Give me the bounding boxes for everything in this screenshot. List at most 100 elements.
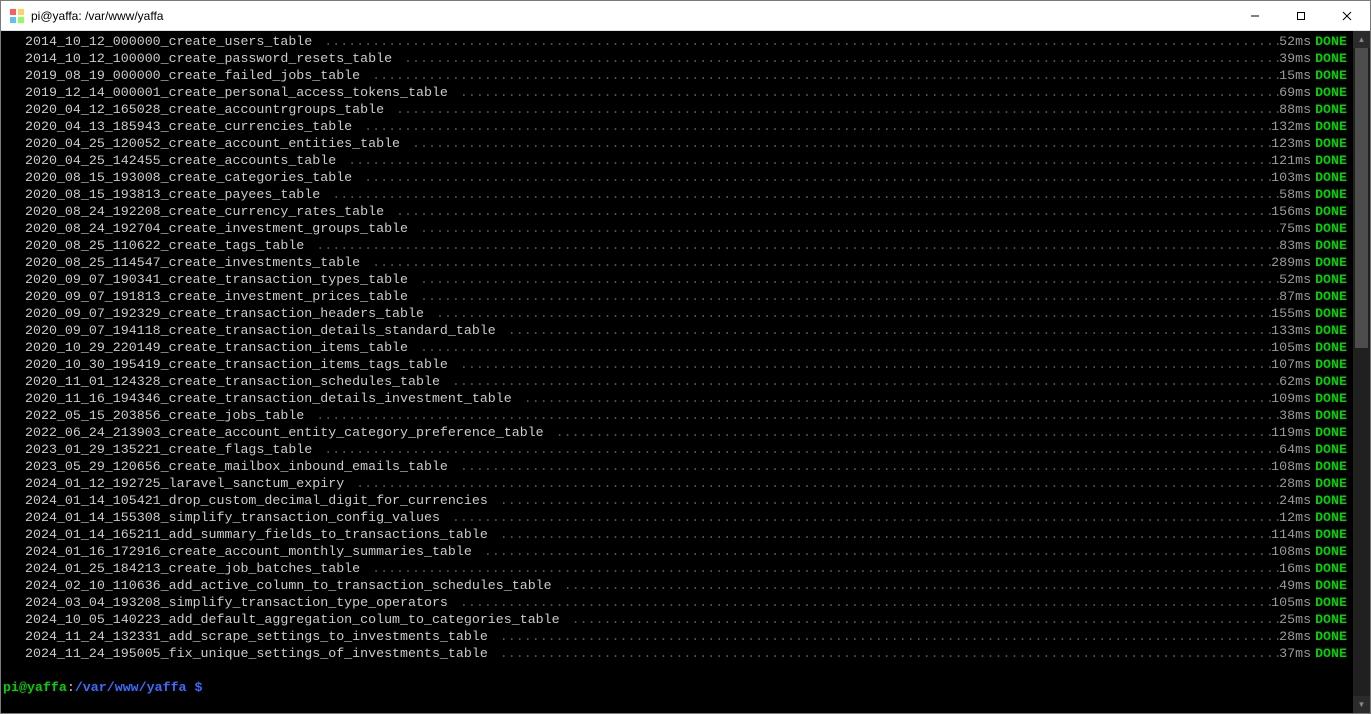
migration-status: DONE xyxy=(1315,220,1347,237)
scroll-down-arrow-icon[interactable]: ▼ xyxy=(1353,696,1370,713)
migration-time: 83ms xyxy=(1279,237,1315,254)
migration-status: DONE xyxy=(1315,526,1347,543)
migration-time: 28ms xyxy=(1279,628,1315,645)
migration-status: DONE xyxy=(1315,322,1347,339)
migration-row: 2024_11_24_195005_fix_unique_settings_of… xyxy=(1,645,1353,662)
window-controls xyxy=(1232,1,1370,30)
migration-row: 2024_01_14_165211_add_summary_fields_to_… xyxy=(1,526,1353,543)
migration-name: 2024_01_14_105421_drop_custom_decimal_di… xyxy=(25,492,488,509)
migration-name: 2020_04_12_165028_create_accountrgroups_… xyxy=(25,101,384,118)
migration-dots: ........................................… xyxy=(312,33,1279,50)
migration-time: 25ms xyxy=(1279,611,1315,628)
migration-row: 2020_09_07_192329_create_transaction_hea… xyxy=(1,305,1353,322)
migration-dots: ........................................… xyxy=(304,237,1279,254)
migration-status: DONE xyxy=(1315,271,1347,288)
scroll-thumb[interactable] xyxy=(1355,48,1368,348)
prompt-line[interactable]: pi@yaffa:/var/www/yaffa $ xyxy=(1,679,1353,696)
migration-row: 2020_08_24_192704_create_investment_grou… xyxy=(1,220,1353,237)
migration-row: 2024_02_10_110636_add_active_column_to_t… xyxy=(1,577,1353,594)
migration-row: 2020_08_25_110622_create_tags_table ....… xyxy=(1,237,1353,254)
migration-row: 2020_10_30_195419_create_transaction_ite… xyxy=(1,356,1353,373)
migration-row: 2020_08_25_114547_create_investments_tab… xyxy=(1,254,1353,271)
migration-dots: ........................................… xyxy=(408,288,1279,305)
migration-time: 64ms xyxy=(1279,441,1315,458)
migration-row: 2024_01_25_184213_create_job_batches_tab… xyxy=(1,560,1353,577)
migration-dots: ........................................… xyxy=(392,50,1279,67)
migration-status: DONE xyxy=(1315,577,1347,594)
migration-name: 2020_09_07_191813_create_investment_pric… xyxy=(25,288,408,305)
migration-status: DONE xyxy=(1315,135,1347,152)
migration-name: 2020_11_16_194346_create_transaction_det… xyxy=(25,390,512,407)
migration-dots: ........................................… xyxy=(304,407,1279,424)
migration-dots: ........................................… xyxy=(488,645,1279,662)
migration-row: 2022_06_24_213903_create_account_entity_… xyxy=(1,424,1353,441)
migration-dots: ........................................… xyxy=(384,203,1271,220)
migration-dots: ........................................… xyxy=(344,475,1279,492)
migration-name: 2019_12_14_000001_create_personal_access… xyxy=(25,84,448,101)
scroll-track[interactable] xyxy=(1353,48,1370,696)
migration-status: DONE xyxy=(1315,390,1347,407)
migration-name: 2024_01_12_192725_laravel_sanctum_expiry xyxy=(25,475,344,492)
migration-dots: ........................................… xyxy=(448,356,1271,373)
migration-name: 2020_08_25_114547_create_investments_tab… xyxy=(25,254,360,271)
migration-time: 49ms xyxy=(1279,577,1315,594)
titlebar[interactable]: pi@yaffa: /var/www/yaffa xyxy=(1,1,1370,31)
migration-row: 2023_05_29_120656_create_mailbox_inbound… xyxy=(1,458,1353,475)
migration-status: DONE xyxy=(1315,373,1347,390)
migration-time: 62ms xyxy=(1279,373,1315,390)
scrollbar[interactable]: ▲ ▼ xyxy=(1353,31,1370,713)
migration-row: 2024_01_12_192725_laravel_sanctum_expiry… xyxy=(1,475,1353,492)
scroll-up-arrow-icon[interactable]: ▲ xyxy=(1353,31,1370,48)
migration-status: DONE xyxy=(1315,339,1347,356)
migration-time: 108ms xyxy=(1271,458,1315,475)
migration-status: DONE xyxy=(1315,594,1347,611)
migration-row: 2020_08_24_192208_create_currency_rates_… xyxy=(1,203,1353,220)
migration-time: 16ms xyxy=(1279,560,1315,577)
migration-status: DONE xyxy=(1315,305,1347,322)
migration-row: 2020_10_29_220149_create_transaction_ite… xyxy=(1,339,1353,356)
migration-time: 109ms xyxy=(1271,390,1315,407)
migration-name: 2020_10_29_220149_create_transaction_ite… xyxy=(25,339,408,356)
migration-time: 88ms xyxy=(1279,101,1315,118)
migration-dots: ........................................… xyxy=(320,186,1279,203)
terminal-content[interactable]: 2014_10_12_000000_create_users_table ...… xyxy=(1,31,1353,713)
migration-dots: ........................................… xyxy=(400,135,1271,152)
migration-row: 2024_10_05_140223_add_default_aggregatio… xyxy=(1,611,1353,628)
migration-time: 103ms xyxy=(1271,169,1315,186)
migration-row: 2020_04_12_165028_create_accountrgroups_… xyxy=(1,101,1353,118)
migration-dots: ........................................… xyxy=(352,169,1271,186)
migration-time: 123ms xyxy=(1271,135,1315,152)
migration-time: 132ms xyxy=(1271,118,1315,135)
migration-row: 2020_09_07_194118_create_transaction_det… xyxy=(1,322,1353,339)
migration-status: DONE xyxy=(1315,492,1347,509)
close-button[interactable] xyxy=(1324,1,1370,30)
migration-name: 2014_10_12_100000_create_password_resets… xyxy=(25,50,392,67)
migration-status: DONE xyxy=(1315,33,1347,50)
migration-name: 2019_08_19_000000_create_failed_jobs_tab… xyxy=(25,67,360,84)
migration-status: DONE xyxy=(1315,611,1347,628)
migration-time: 107ms xyxy=(1271,356,1315,373)
blank-line xyxy=(1,662,1353,679)
migration-name: 2020_09_07_192329_create_transaction_hea… xyxy=(25,305,424,322)
migration-row: 2020_11_01_124328_create_transaction_sch… xyxy=(1,373,1353,390)
migration-dots: ........................................… xyxy=(424,305,1271,322)
migration-dots: ........................................… xyxy=(496,322,1271,339)
minimize-button[interactable] xyxy=(1232,1,1278,30)
migration-row: 2020_11_16_194346_create_transaction_det… xyxy=(1,390,1353,407)
migration-status: DONE xyxy=(1315,186,1347,203)
migration-dots: ........................................… xyxy=(512,390,1271,407)
migration-row: 2024_11_24_132331_add_scrape_settings_to… xyxy=(1,628,1353,645)
migration-name: 2020_09_07_190341_create_transaction_typ… xyxy=(25,271,408,288)
migration-dots: ........................................… xyxy=(384,101,1279,118)
migration-time: 119ms xyxy=(1271,424,1315,441)
migration-time: 75ms xyxy=(1279,220,1315,237)
migration-status: DONE xyxy=(1315,254,1347,271)
migration-name: 2024_01_14_165211_add_summary_fields_to_… xyxy=(25,526,488,543)
migration-name: 2020_08_24_192704_create_investment_grou… xyxy=(25,220,408,237)
terminal-area[interactable]: 2014_10_12_000000_create_users_table ...… xyxy=(1,31,1370,713)
migration-time: 105ms xyxy=(1271,594,1315,611)
maximize-button[interactable] xyxy=(1278,1,1324,30)
migration-status: DONE xyxy=(1315,84,1347,101)
migration-time: 87ms xyxy=(1279,288,1315,305)
migration-time: 12ms xyxy=(1279,509,1315,526)
